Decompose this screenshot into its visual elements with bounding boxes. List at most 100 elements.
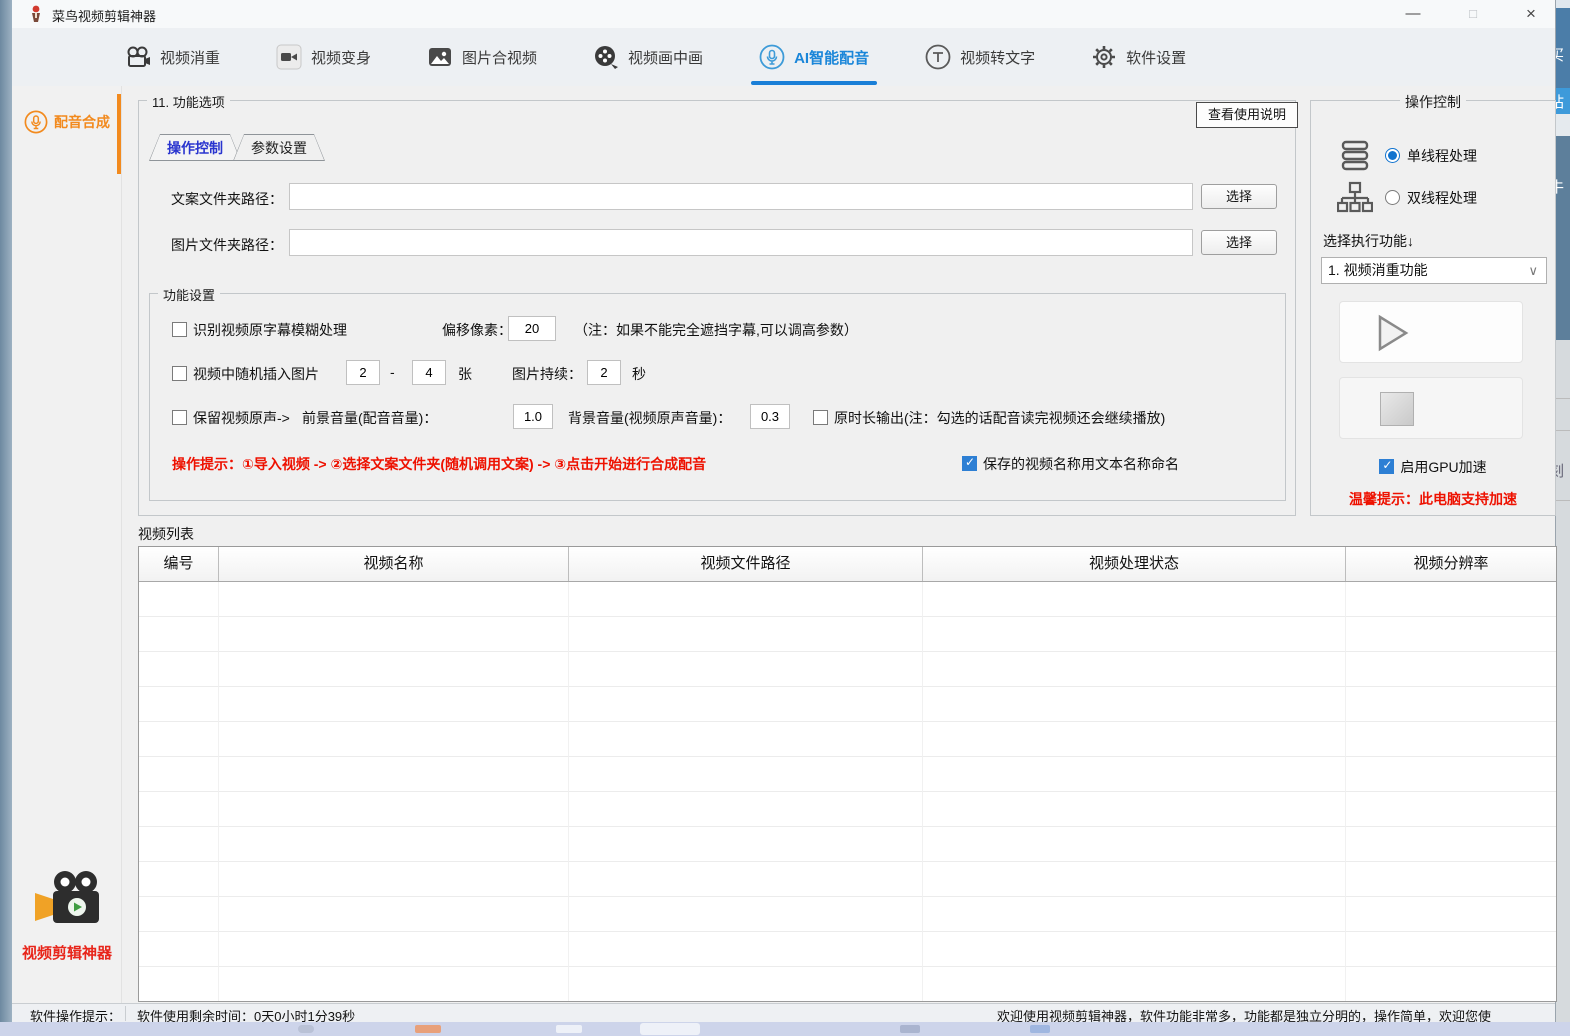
table-row — [139, 617, 1556, 652]
app-logo-icon — [28, 5, 44, 23]
nav-tab-video-pip[interactable]: 视频画中画 — [593, 28, 703, 86]
gpu-label: 启用GPU加速 — [1400, 459, 1486, 475]
nav-tab-video-transform[interactable]: 视频变身 — [276, 28, 371, 86]
insert-images-label: 视频中随机插入图片 — [193, 366, 319, 382]
operation-hint-text: 操作提示：①导入视频 -> ②选择文案文件夹(随机调用文案) -> ③点击开始进… — [172, 454, 706, 474]
original-duration-checkbox[interactable] — [813, 410, 828, 425]
function-select-value: 1. 视频消重功能 — [1328, 262, 1428, 278]
background-window-right-edge: 买 站 牛 刻 — [1556, 0, 1570, 1022]
offset-pixels-label: 偏移像素： — [442, 320, 512, 340]
video-list-title: 视频列表 — [138, 524, 194, 544]
image-folder-select-button[interactable]: 选择 — [1201, 230, 1277, 255]
function-select[interactable]: 1. 视频消重功能 ∨ — [1321, 257, 1547, 284]
chevron-down-icon: ∨ — [1528, 258, 1538, 283]
taskbar-icon[interactable] — [640, 1023, 700, 1035]
background-glyph: 刻 — [1556, 460, 1564, 481]
bg-volume-label: 背景音量(视频原声音量)： — [568, 408, 731, 428]
operation-control-title: 操作控制 — [1400, 92, 1466, 112]
duration-unit-label: 秒 — [632, 364, 646, 384]
function-options-groupbox: 11. 功能选项 操作控制 参数设置 文案文件夹路径： 选择 图片文件夹路径： … — [138, 100, 1296, 516]
single-thread-radio[interactable] — [1385, 148, 1400, 163]
subtitle-blur-label: 识别视频原字幕模糊处理 — [193, 322, 347, 338]
function-settings-title: 功能设置 — [158, 285, 220, 304]
nav-tab-settings[interactable]: 软件设置 — [1091, 28, 1186, 86]
sidebar-active-indicator — [117, 94, 121, 174]
text-folder-path-input[interactable] — [289, 183, 1193, 210]
nav-tab-ai-dubbing[interactable]: AI智能配音 — [759, 28, 869, 86]
text-folder-select-button[interactable]: 选择 — [1201, 184, 1277, 209]
window-title: 菜鸟视频剪辑神器 — [52, 6, 156, 25]
insert-unit-label: 张 — [458, 364, 472, 384]
text-circle-icon — [925, 44, 951, 70]
taskbar-icon[interactable] — [556, 1025, 582, 1033]
taskbar-icon[interactable] — [900, 1025, 920, 1033]
tab-operation-control[interactable]: 操作控制 — [149, 134, 241, 161]
stop-icon — [1380, 392, 1414, 426]
offset-pixels-input[interactable] — [508, 316, 556, 341]
column-header: 编号 — [139, 547, 219, 581]
single-thread-option[interactable]: 单线程处理 — [1337, 139, 1477, 173]
statusbar: 软件操作提示： 软件使用剩余时间：0天0小时1分39秒 欢迎使用视频剪辑神器，软… — [12, 1003, 1555, 1022]
insert-images-checkbox[interactable] — [172, 366, 187, 381]
film-reel-icon — [593, 44, 619, 70]
image-duration-input[interactable] — [587, 360, 621, 385]
nav-tab-label: 视频转文字 — [960, 47, 1035, 68]
dual-thread-radio[interactable] — [1385, 190, 1400, 205]
fg-volume-label: 前景音量(配音音量)： — [302, 408, 437, 428]
image-folder-path-input[interactable] — [289, 229, 1193, 256]
video-list-table[interactable]: 编号 视频名称 视频文件路径 视频处理状态 视频分辨率 — [138, 546, 1557, 1002]
sidebar: 配音合成 视频剪辑神器 — [12, 86, 122, 1003]
fg-volume-input[interactable] — [513, 404, 553, 429]
save-name-checkbox[interactable] — [962, 456, 977, 471]
taskbar-icon[interactable] — [298, 1025, 314, 1033]
image-duration-label: 图片持续： — [512, 364, 582, 384]
bg-volume-input[interactable] — [750, 404, 790, 429]
table-row — [139, 862, 1556, 897]
maximize-button[interactable]: □ — [1456, 2, 1490, 26]
sidebar-item-dubbing[interactable]: 配音合成 — [12, 100, 122, 144]
keep-original-audio-checkbox[interactable] — [172, 410, 187, 425]
nav-tab-label: 图片合视频 — [462, 47, 537, 68]
subtitle-blur-checkbox[interactable] — [172, 322, 187, 337]
nav-tab-label: 软件设置 — [1126, 47, 1186, 68]
original-duration-label: 原时长输出(注：勾选的话配音读完视频还会继续播放) — [834, 410, 1165, 426]
operation-control-panel: 操作控制 单线程处理 — [1310, 100, 1556, 516]
view-instructions-button[interactable]: 查看使用说明 — [1196, 102, 1298, 128]
option-tabs: 操作控制 参数设置 — [149, 134, 317, 161]
tab-label: 参数设置 — [234, 135, 324, 160]
camcorder-icon — [276, 44, 302, 70]
nav-tab-label: 视频画中画 — [628, 47, 703, 68]
nav-tab-video-dedup[interactable]: 视频消重 — [125, 28, 220, 86]
image-folder-path-label: 图片文件夹路径： — [171, 235, 283, 255]
minimize-button[interactable]: — — [1396, 2, 1430, 26]
background-glyph: 牛 — [1556, 176, 1564, 197]
table-row — [139, 652, 1556, 687]
gpu-option[interactable]: 启用GPU加速 — [1311, 457, 1555, 477]
movie-camera-icon — [125, 44, 151, 70]
dual-thread-option[interactable]: 双线程处理 — [1337, 181, 1477, 215]
column-header: 视频处理状态 — [923, 547, 1346, 581]
microphone-icon — [759, 44, 785, 70]
taskbar-icon[interactable] — [415, 1025, 441, 1033]
tab-parameter-settings[interactable]: 参数设置 — [233, 134, 325, 161]
microphone-icon — [24, 110, 48, 134]
video-list-header: 编号 视频名称 视频文件路径 视频处理状态 视频分辨率 — [139, 547, 1556, 582]
play-icon — [1370, 311, 1414, 355]
table-row — [139, 897, 1556, 932]
nav-tab-video-to-text[interactable]: 视频转文字 — [925, 28, 1035, 86]
insert-max-input[interactable] — [412, 360, 446, 385]
table-row — [139, 932, 1556, 967]
dual-thread-icon — [1337, 181, 1373, 215]
nav-tab-image-to-video[interactable]: 图片合视频 — [427, 28, 537, 86]
sidebar-logo: 视频剪辑神器 — [12, 869, 122, 963]
background-glyph: 买 — [1556, 44, 1564, 65]
stop-button[interactable] — [1339, 377, 1523, 439]
insert-min-input[interactable] — [346, 360, 380, 385]
background-window-left-edge — [0, 0, 12, 1022]
start-button[interactable] — [1339, 301, 1523, 363]
nav-tab-label: 视频消重 — [160, 47, 220, 68]
taskbar-icon[interactable] — [1030, 1025, 1050, 1033]
close-button[interactable]: × — [1514, 2, 1548, 26]
table-row — [139, 757, 1556, 792]
gpu-checkbox[interactable] — [1379, 459, 1394, 474]
